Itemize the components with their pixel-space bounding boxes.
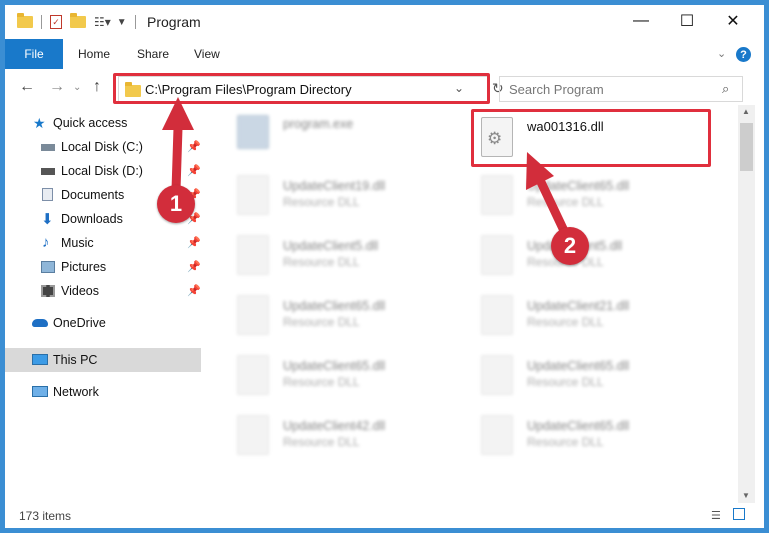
callout-1: 1 — [157, 185, 195, 223]
arrow-1-head — [162, 97, 194, 130]
annotation-arrows — [162, 97, 571, 240]
arrow-2 — [535, 175, 571, 240]
callout-2: 2 — [551, 227, 589, 265]
arrow-1 — [171, 123, 183, 195]
